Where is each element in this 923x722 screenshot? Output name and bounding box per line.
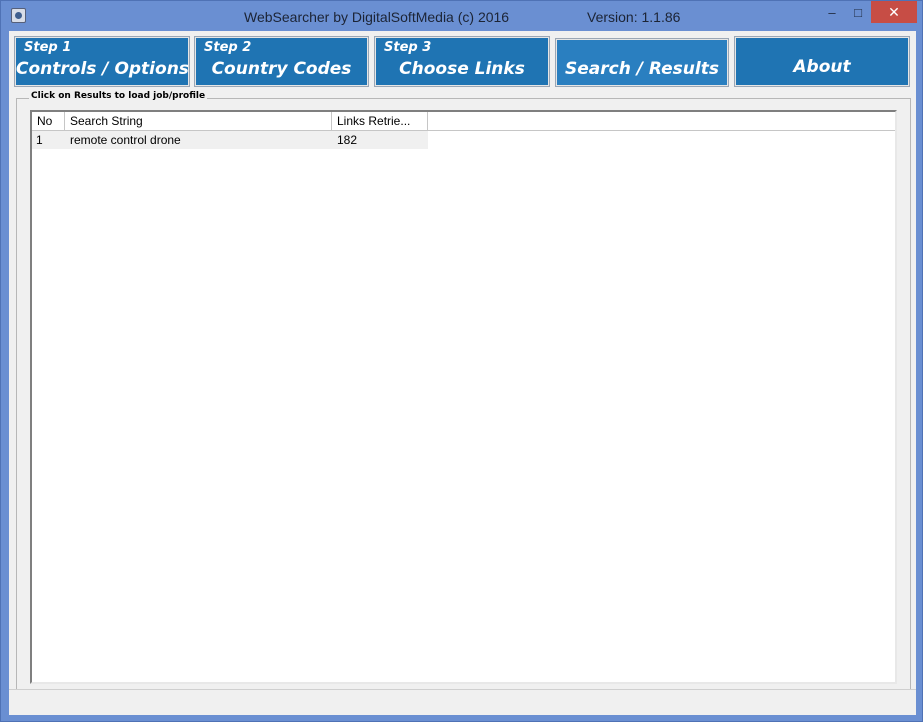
results-group-label: Click on Results to load job/profile	[29, 91, 208, 101]
tab-country-codes[interactable]: Step 2 Country Codes	[195, 37, 368, 86]
close-button[interactable]: ✕	[871, 1, 917, 23]
minimize-button[interactable]: –	[819, 1, 845, 23]
title-bar[interactable]: WebSearcher by DigitalSoftMedia (c) 2016…	[1, 1, 922, 31]
app-globe-icon[interactable]	[11, 8, 26, 23]
column-header-search-string[interactable]: Search String	[65, 112, 332, 131]
tab-step-label: Step 2	[204, 40, 252, 55]
column-header-links-retrieved[interactable]: Links Retrie...	[332, 112, 428, 131]
tab-label: Country Codes	[211, 59, 352, 79]
tab-label: Search / Results	[565, 59, 719, 79]
version-label: Version: 1.1.86	[587, 9, 681, 25]
tab-step-label: Step 1	[24, 40, 72, 55]
maximize-button[interactable]: □	[845, 1, 871, 23]
column-header-filler	[428, 112, 895, 131]
window-title: WebSearcher by DigitalSoftMedia (c) 2016	[244, 9, 510, 25]
tab-label: About	[793, 57, 851, 77]
tab-label: Controls / Options	[16, 59, 189, 79]
cell-search-string: remote control drone	[70, 133, 181, 147]
column-header-no[interactable]: No	[32, 112, 65, 131]
tab-step-label: Step 3	[384, 40, 432, 55]
tab-controls-options[interactable]: Step 1 Controls / Options	[15, 37, 189, 86]
status-bar	[9, 689, 916, 715]
table-row[interactable]: 1 remote control drone 182	[32, 131, 428, 149]
client-area: Step 1 Controls / Options Step 2 Country…	[9, 31, 916, 715]
results-list[interactable]: No Search String Links Retrie... 1 remot…	[30, 110, 897, 684]
app-window: WebSearcher by DigitalSoftMedia (c) 2016…	[0, 0, 923, 722]
tab-about[interactable]: About	[735, 37, 909, 86]
cell-no: 1	[36, 133, 43, 147]
tab-choose-links[interactable]: Step 3 Choose Links	[375, 37, 549, 86]
tab-search-results[interactable]: Search / Results	[556, 39, 728, 86]
cell-links-retrieved: 182	[337, 133, 358, 147]
tab-label: Choose Links	[399, 59, 525, 79]
